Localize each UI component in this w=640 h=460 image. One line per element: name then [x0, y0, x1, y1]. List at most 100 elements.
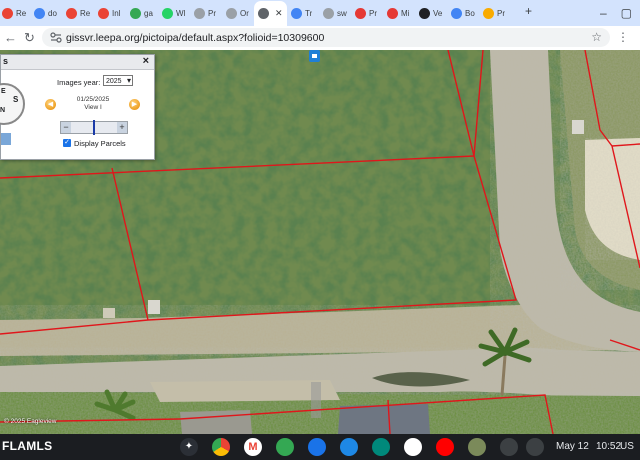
next-image-button[interactable]: ▶: [129, 99, 140, 110]
browser-toolbar: ← ↻ gissvr.leepa.org/pictoipa/default.as…: [0, 26, 640, 51]
tab-item[interactable]: Ve: [419, 3, 442, 23]
docs-icon: [34, 7, 45, 19]
compass-n-label: N: [0, 107, 6, 114]
zoom-slider[interactable]: − +: [60, 120, 128, 135]
panel-title: s: [3, 56, 9, 66]
files-icon[interactable]: [308, 438, 326, 456]
site-info-icon[interactable]: [50, 32, 62, 43]
yellow-icon: [483, 7, 494, 19]
tab-label: Mi: [401, 8, 410, 18]
sheets-icon: [130, 7, 141, 19]
clock[interactable]: 10:52: [596, 441, 621, 452]
chat-icon[interactable]: [340, 438, 358, 456]
tab-label: sw: [337, 8, 347, 18]
back-icon[interactable]: ←: [4, 30, 17, 45]
tab-label: Re: [80, 8, 91, 18]
display-parcels-checkbox[interactable]: ✓: [63, 139, 71, 147]
imagery-panel: s × E S N Images year: 2025 ◀ 01/25/2025…: [0, 54, 155, 160]
compass-arrow-icon: S: [13, 95, 19, 104]
tab-item[interactable]: Pr: [355, 3, 377, 23]
compass-rose-icon[interactable]: E S N: [0, 83, 25, 125]
tab-item[interactable]: Pr: [194, 3, 216, 23]
window-controls: + – ▢: [525, 0, 640, 26]
blue-icon: [451, 7, 462, 19]
display-parcels-label: Display Parcels: [74, 139, 126, 148]
red-icon: [355, 7, 366, 19]
whatsapp-icon: [162, 7, 173, 19]
media-icon[interactable]: [526, 438, 544, 456]
tab-label: Inl: [112, 8, 121, 18]
phone-icon[interactable]: [500, 438, 518, 456]
image-date: 01/25/2025: [76, 96, 110, 103]
watermark-logo: FLAMLS: [2, 439, 53, 453]
play-store-icon[interactable]: [404, 438, 422, 456]
zoom-slider-thumb[interactable]: [93, 120, 95, 135]
tab-label: Pr: [497, 8, 505, 18]
launcher-icon[interactable]: ✦: [180, 438, 198, 456]
photos-icon[interactable]: [468, 438, 486, 456]
address-bar[interactable]: gissvr.leepa.org/pictoipa/default.aspx?f…: [42, 28, 610, 47]
reload-icon[interactable]: ↻: [24, 30, 35, 46]
globe-icon: [323, 7, 334, 19]
drive-icon[interactable]: [276, 438, 294, 456]
bookmark-star-icon[interactable]: ☆: [591, 30, 602, 44]
tab-strip: Re do Re Inl ga Wl Pr Or ✕ Tr sw Pr Mi Ve Bo Pr + – ▢: [0, 0, 640, 26]
tab-item[interactable]: Re: [2, 3, 26, 23]
menu-icon[interactable]: ⋮: [617, 30, 629, 44]
url-text[interactable]: gissvr.leepa.org/pictoipa/default.aspx?f…: [66, 32, 324, 44]
chrome-icon[interactable]: [212, 438, 230, 456]
gmail-icon: [2, 7, 13, 19]
globe-icon: [258, 8, 269, 19]
red-icon: [387, 7, 398, 19]
imagery-copyright: © 2025 Eagleview: [4, 418, 57, 425]
tab-label: Pr: [208, 8, 216, 18]
maximize-icon[interactable]: ▢: [621, 6, 632, 20]
close-tab-icon[interactable]: ✕: [275, 8, 283, 19]
date[interactable]: May 12: [556, 441, 589, 452]
tab-label: Re: [16, 8, 27, 18]
close-icon[interactable]: ×: [143, 55, 149, 67]
tab-item[interactable]: do: [34, 3, 57, 23]
images-year-label: Images year:: [57, 78, 101, 87]
tab-label: Bo: [465, 8, 475, 18]
zoom-in-button[interactable]: +: [117, 122, 127, 133]
minimize-icon[interactable]: –: [600, 6, 607, 20]
image-view: View I: [84, 104, 102, 111]
previous-image-button[interactable]: ◀: [45, 99, 56, 110]
tab-label: ga: [144, 8, 153, 18]
gmail-icon: [66, 7, 77, 19]
globe-icon: [194, 7, 205, 19]
tab-item[interactable]: Tr: [291, 3, 312, 23]
tab-label: do: [48, 8, 57, 18]
gmail-icon[interactable]: M: [244, 438, 262, 456]
tab-item[interactable]: Pr: [483, 3, 505, 23]
layers-icon[interactable]: [1, 133, 11, 145]
meet-icon[interactable]: [372, 438, 390, 456]
compass-e-label: E: [1, 88, 6, 95]
dark-icon: [419, 7, 430, 19]
tab-item[interactable]: Or: [226, 3, 249, 23]
tab-item[interactable]: Inl: [98, 3, 120, 23]
tab-label: Or: [240, 8, 249, 18]
new-tab-button[interactable]: +: [525, 4, 532, 18]
gmail-icon: [98, 7, 109, 19]
tab-label: Tr: [305, 8, 313, 18]
taskbar: FLAMLS ✦ M May 12 10:52 US: [0, 434, 640, 460]
tab-label: Wl: [176, 8, 186, 18]
tab-item[interactable]: Re: [66, 3, 90, 23]
tab-label: Ve: [433, 8, 443, 18]
tab-item[interactable]: Wl: [162, 3, 185, 23]
zoom-out-button[interactable]: −: [61, 122, 71, 133]
youtube-icon[interactable]: [436, 438, 454, 456]
tab-active[interactable]: ✕: [254, 1, 287, 26]
images-year-select[interactable]: 2025: [103, 75, 133, 86]
tab-item[interactable]: Bo: [451, 3, 475, 23]
locale-label: US: [620, 441, 634, 452]
tab-item[interactable]: ga: [130, 3, 153, 23]
tab-label: Pr: [369, 8, 377, 18]
tab-item[interactable]: Mi: [387, 3, 409, 23]
docs-icon: [291, 7, 302, 19]
tab-item[interactable]: sw: [323, 3, 347, 23]
globe-icon: [226, 7, 237, 19]
panel-header[interactable]: s ×: [1, 55, 154, 70]
